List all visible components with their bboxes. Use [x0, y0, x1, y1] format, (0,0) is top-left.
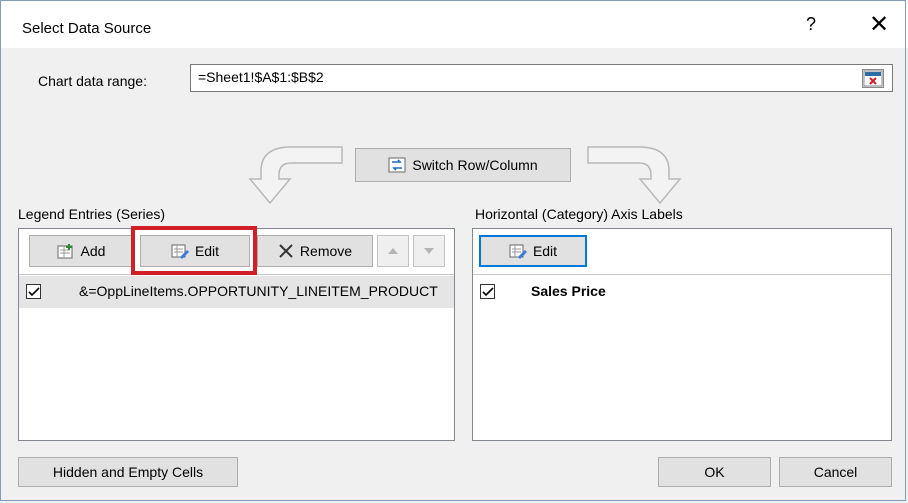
range-select-icon[interactable]: [862, 69, 884, 88]
move-up-button[interactable]: [377, 235, 409, 267]
help-button[interactable]: ?: [806, 14, 816, 35]
checkbox-icon[interactable]: [26, 284, 41, 299]
checkbox-icon[interactable]: [480, 284, 495, 299]
hidden-empty-cells-button[interactable]: Hidden and Empty Cells: [18, 457, 238, 487]
add-icon: [57, 243, 75, 259]
switch-icon: [388, 157, 406, 173]
chart-data-range-label: Chart data range:: [38, 73, 147, 89]
remove-icon: [278, 243, 294, 259]
down-arrow-icon: [424, 248, 434, 254]
chart-data-range-input[interactable]: =Sheet1!$A$1:$B$2: [190, 64, 893, 92]
switch-row-column-label: Switch Row/Column: [412, 157, 538, 173]
add-label: Add: [80, 243, 106, 259]
add-series-button[interactable]: Add: [29, 235, 133, 267]
edit-icon: [509, 243, 527, 259]
switch-row-column-button[interactable]: Switch Row/Column: [355, 148, 571, 182]
toolbar-divider: [473, 274, 891, 275]
move-down-button[interactable]: [413, 235, 445, 267]
edit-highlight-box: [131, 226, 257, 275]
ok-button[interactable]: OK: [658, 457, 771, 487]
axis-labels-listbox: Edit Sales Price: [472, 228, 892, 441]
axis-label-text: Sales Price: [531, 283, 606, 299]
dialog-title: Select Data Source: [22, 20, 152, 37]
left-curved-arrow-icon: [248, 146, 343, 205]
remove-series-button[interactable]: Remove: [257, 235, 373, 267]
legend-entries-label: Legend Entries (Series): [18, 206, 166, 222]
axis-label-row[interactable]: Sales Price: [473, 276, 891, 308]
axis-labels-label: Horizontal (Category) Axis Labels: [475, 206, 683, 222]
cancel-button[interactable]: Cancel: [779, 457, 892, 487]
edit-axis-label: Edit: [532, 243, 558, 259]
right-curved-arrow-icon: [587, 146, 682, 205]
edit-axis-labels-button[interactable]: Edit: [479, 235, 587, 267]
close-button[interactable]: ✕: [869, 10, 889, 39]
legend-series-label: &=OppLineItems.OPPORTUNITY_LINEITEM_PROD…: [79, 283, 438, 299]
remove-label: Remove: [299, 243, 353, 259]
up-arrow-icon: [388, 248, 398, 254]
legend-series-row[interactable]: &=OppLineItems.OPPORTUNITY_LINEITEM_PROD…: [19, 276, 454, 308]
